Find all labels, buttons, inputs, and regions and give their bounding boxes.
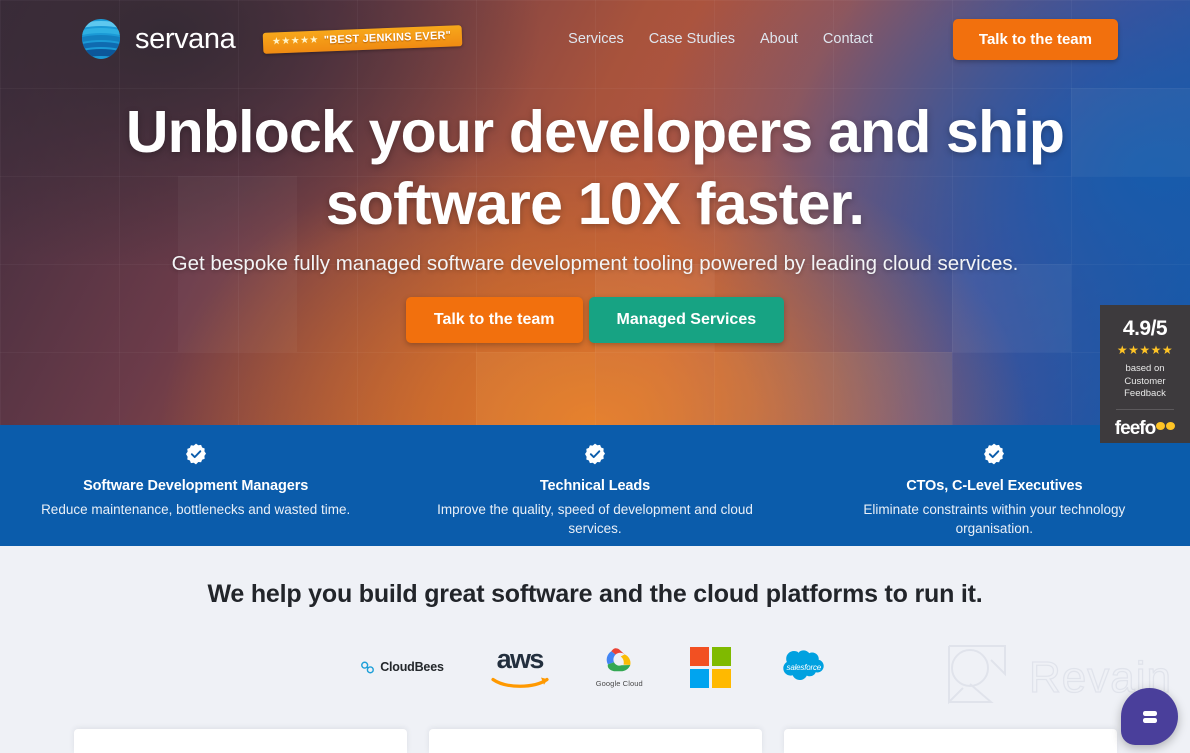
hero-talk-to-team-button[interactable]: Talk to the team bbox=[405, 297, 583, 343]
feefo-caption-line-1: based on bbox=[1125, 363, 1165, 374]
nav-item-case-studies[interactable]: Case Studies bbox=[649, 31, 735, 47]
microsoft-logo[interactable] bbox=[689, 646, 731, 688]
cloudbees-mark-icon bbox=[361, 661, 375, 673]
hero-subheading: Get bespoke fully managed software devel… bbox=[171, 252, 1019, 275]
page-headline: Unblock your developers and ship softwar… bbox=[0, 96, 1190, 240]
hero-tile bbox=[476, 352, 595, 425]
verified-badge-icon bbox=[983, 443, 1005, 469]
hero-cta-row: Talk to the team Managed Services bbox=[0, 297, 1190, 343]
audience-description: Eliminate constraints within your techno… bbox=[863, 502, 1126, 536]
card[interactable] bbox=[783, 729, 1117, 753]
aws-logo[interactable]: aws bbox=[491, 643, 549, 688]
site-header: servana ★★★★★ "BEST JENKINS EVER" Servic… bbox=[0, 0, 1190, 78]
salesforce-cloud-icon: salesforce bbox=[778, 648, 830, 686]
verified-badge-icon bbox=[584, 443, 606, 469]
audience-column-ctos-c-level-executives: CTOs, C-Level Executives Eliminate const… bbox=[799, 425, 1190, 546]
feefo-score: 4.9/5 bbox=[1122, 317, 1168, 340]
hero-managed-services-button[interactable]: Managed Services bbox=[588, 297, 785, 343]
chat-bubble-icon bbox=[1142, 710, 1157, 723]
aws-smile-icon bbox=[491, 677, 549, 688]
headline-line-2: software 10X faster. bbox=[325, 171, 865, 237]
feefo-divider bbox=[1116, 408, 1174, 410]
audience-description: Improve the quality, speed of developmen… bbox=[437, 502, 753, 536]
salesforce-label: salesforce bbox=[786, 663, 822, 672]
aws-label: aws bbox=[496, 643, 545, 674]
award-badge: ★★★★★ "BEST JENKINS EVER" bbox=[263, 24, 463, 54]
award-badge-text: "BEST JENKINS EVER" bbox=[323, 29, 452, 46]
verified-badge-icon bbox=[185, 443, 207, 469]
feefo-rating-widget[interactable]: 4.9/5 ★★★★★ based on Customer Feedback f… bbox=[1100, 305, 1190, 443]
feefo-stars: ★★★★★ bbox=[1116, 343, 1174, 357]
header-talk-to-team-button[interactable]: Talk to the team bbox=[952, 18, 1118, 60]
google-cloud-label: Google Cloud bbox=[595, 679, 643, 688]
cloudbees-label: CloudBees bbox=[380, 660, 444, 674]
logo-text: servana bbox=[135, 22, 236, 55]
hero-tile bbox=[714, 352, 952, 425]
google-cloud-logo[interactable]: Google Cloud bbox=[596, 646, 643, 688]
servana-globe-icon bbox=[78, 16, 124, 62]
logo[interactable]: servana bbox=[78, 16, 236, 62]
feefo-logo-text: feefo bbox=[1114, 417, 1156, 439]
feefo-logo: feefo bbox=[1114, 417, 1176, 440]
nav-item-contact[interactable]: Contact bbox=[823, 31, 873, 47]
microsoft-squares-icon bbox=[689, 646, 731, 688]
award-badge-stars: ★★★★★ bbox=[272, 34, 320, 47]
cards-row bbox=[0, 729, 1190, 753]
nav-item-services[interactable]: Services bbox=[568, 31, 624, 47]
feefo-caption-line-2: Customer bbox=[1124, 375, 1166, 387]
google-cloud-mark-icon bbox=[606, 648, 631, 672]
audience-column-technical-leads: Technical Leads Improve the quality, spe… bbox=[391, 425, 798, 546]
audience-title: Technical Leads bbox=[539, 478, 651, 494]
feefo-eyes-icon bbox=[1156, 421, 1176, 430]
chat-widget-button[interactable] bbox=[1121, 688, 1178, 745]
headline-line-1: Unblock your developers and ship bbox=[125, 99, 1065, 165]
audience-description: Reduce maintenance, bottlenecks and wast… bbox=[41, 502, 351, 517]
nav-item-about[interactable]: About bbox=[760, 31, 798, 47]
cloudbees-logo[interactable]: CloudBees bbox=[360, 660, 444, 675]
audience-title: Software Development Managers bbox=[83, 478, 309, 494]
audience-band: Software Development Managers Reduce mai… bbox=[0, 425, 1190, 546]
card[interactable] bbox=[428, 729, 762, 753]
card[interactable] bbox=[73, 729, 407, 753]
main-nav: Services Case Studies About Contact bbox=[568, 31, 873, 47]
feefo-caption-line-3: Feedback bbox=[1124, 388, 1166, 399]
partners-heading: We help you build great software and the… bbox=[207, 580, 983, 608]
revain-outline-icon bbox=[948, 645, 1007, 705]
salesforce-logo[interactable]: salesforce bbox=[778, 648, 830, 686]
feefo-caption: based on Customer Feedback bbox=[1124, 363, 1166, 401]
audience-title: CTOs, C-Level Executives bbox=[906, 478, 1083, 494]
audience-column-software-development-managers: Software Development Managers Reduce mai… bbox=[0, 425, 391, 546]
